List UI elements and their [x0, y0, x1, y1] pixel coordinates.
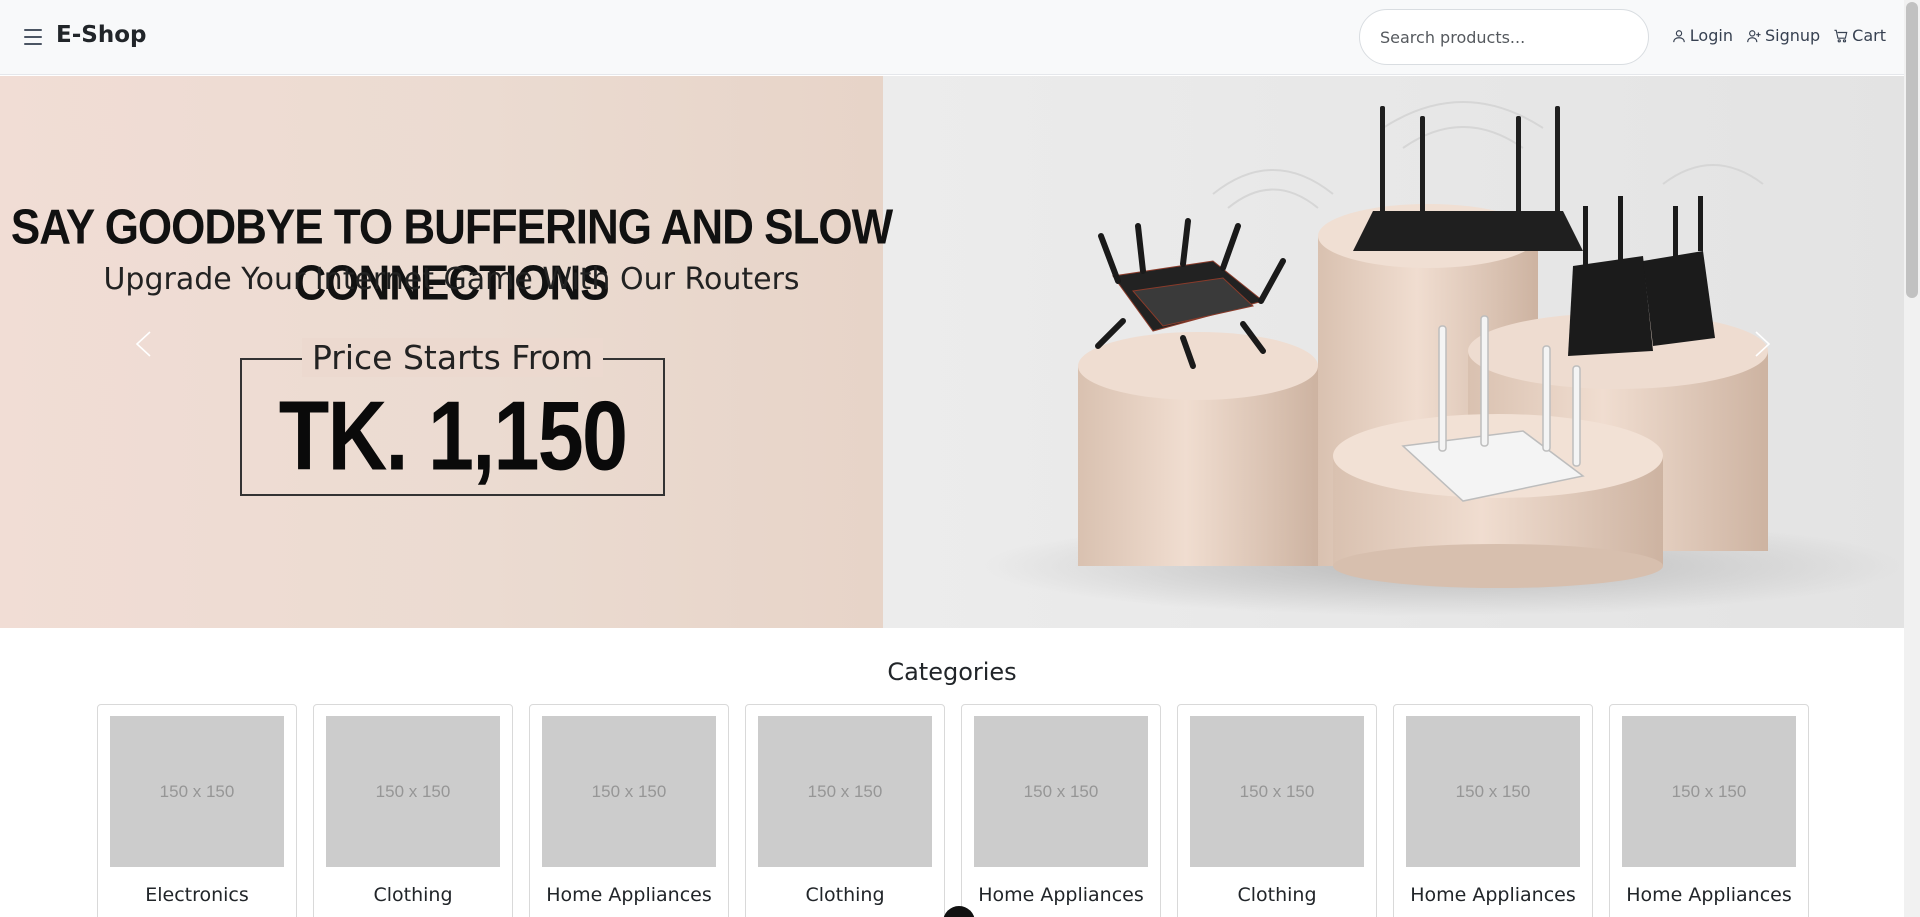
category-card[interactable]: 150 x 150 Home Appliances — [1393, 704, 1593, 917]
hamburger-menu-icon[interactable] — [24, 29, 42, 45]
category-image: 150 x 150 — [326, 716, 500, 867]
category-name: Home Appliances — [978, 884, 1144, 906]
nav-links: Login Signup Cart — [1672, 26, 1886, 45]
category-name: Clothing — [373, 884, 453, 906]
category-name: Home Appliances — [1626, 884, 1792, 906]
login-label: Login — [1689, 26, 1733, 45]
price-box: Price Starts From TK. 1,150 — [240, 338, 665, 496]
chevron-left-icon — [135, 331, 151, 357]
category-image: 150 x 150 — [1622, 716, 1796, 867]
category-image: 150 x 150 — [542, 716, 716, 867]
category-image: 150 x 150 — [1406, 716, 1580, 867]
carousel-next-button[interactable] — [1742, 324, 1782, 364]
categories-title: Categories — [887, 658, 1017, 686]
category-image: 150 x 150 — [1190, 716, 1364, 867]
login-link[interactable]: Login — [1672, 26, 1733, 45]
categories-list: 150 x 150 Electronics 150 x 150 Clothing 1… — [97, 704, 1809, 917]
hero-subline: Upgrade Your Internet Game With Our Rout… — [103, 262, 800, 297]
category-name: Home Appliances — [1410, 884, 1576, 906]
category-card[interactable]: 150 x 150 Electronics — [97, 704, 297, 917]
chevron-right-icon — [1755, 331, 1771, 357]
category-name: Clothing — [805, 884, 885, 906]
cart-icon — [1834, 29, 1848, 42]
signup-link[interactable]: Signup — [1747, 26, 1820, 45]
category-card[interactable]: 150 x 150 Home Appliances — [529, 704, 729, 917]
category-name: Clothing — [1237, 884, 1317, 906]
search-input[interactable] — [1359, 9, 1649, 65]
price-label-wrap: Price Starts From — [242, 338, 663, 377]
category-card[interactable]: 150 x 150 Clothing — [745, 704, 945, 917]
price-label: Price Starts From — [301, 338, 604, 377]
navbar: E-Shop Login Signup Cart — [0, 0, 1904, 75]
cart-link[interactable]: Cart — [1834, 26, 1886, 45]
carousel-prev-button[interactable] — [124, 324, 164, 364]
category-card[interactable]: 150 x 150 Clothing — [1177, 704, 1377, 917]
cart-label: Cart — [1852, 26, 1886, 45]
category-card[interactable]: 150 x 150 Home Appliances — [961, 704, 1161, 917]
user-icon — [1672, 29, 1685, 42]
price-value: TK. 1,150 — [278, 380, 628, 491]
category-name: Home Appliances — [546, 884, 712, 906]
hero-carousel: SAY GOODBYE TO BUFFERING AND SLOW CONNEC… — [0, 76, 1904, 628]
page-scrollbar[interactable] — [1904, 0, 1920, 917]
signup-label: Signup — [1764, 26, 1821, 45]
category-card[interactable]: 150 x 150 Home Appliances — [1609, 704, 1809, 917]
category-image: 150 x 150 — [758, 716, 932, 867]
category-name: Electronics — [145, 884, 249, 906]
brand-logo[interactable]: E-Shop — [56, 22, 146, 48]
category-card[interactable]: 150 x 150 Clothing — [313, 704, 513, 917]
category-image: 150 x 150 — [110, 716, 284, 867]
user-plus-icon — [1747, 29, 1761, 42]
scrollbar-thumb[interactable] — [1906, 2, 1918, 298]
category-image: 150 x 150 — [974, 716, 1148, 867]
